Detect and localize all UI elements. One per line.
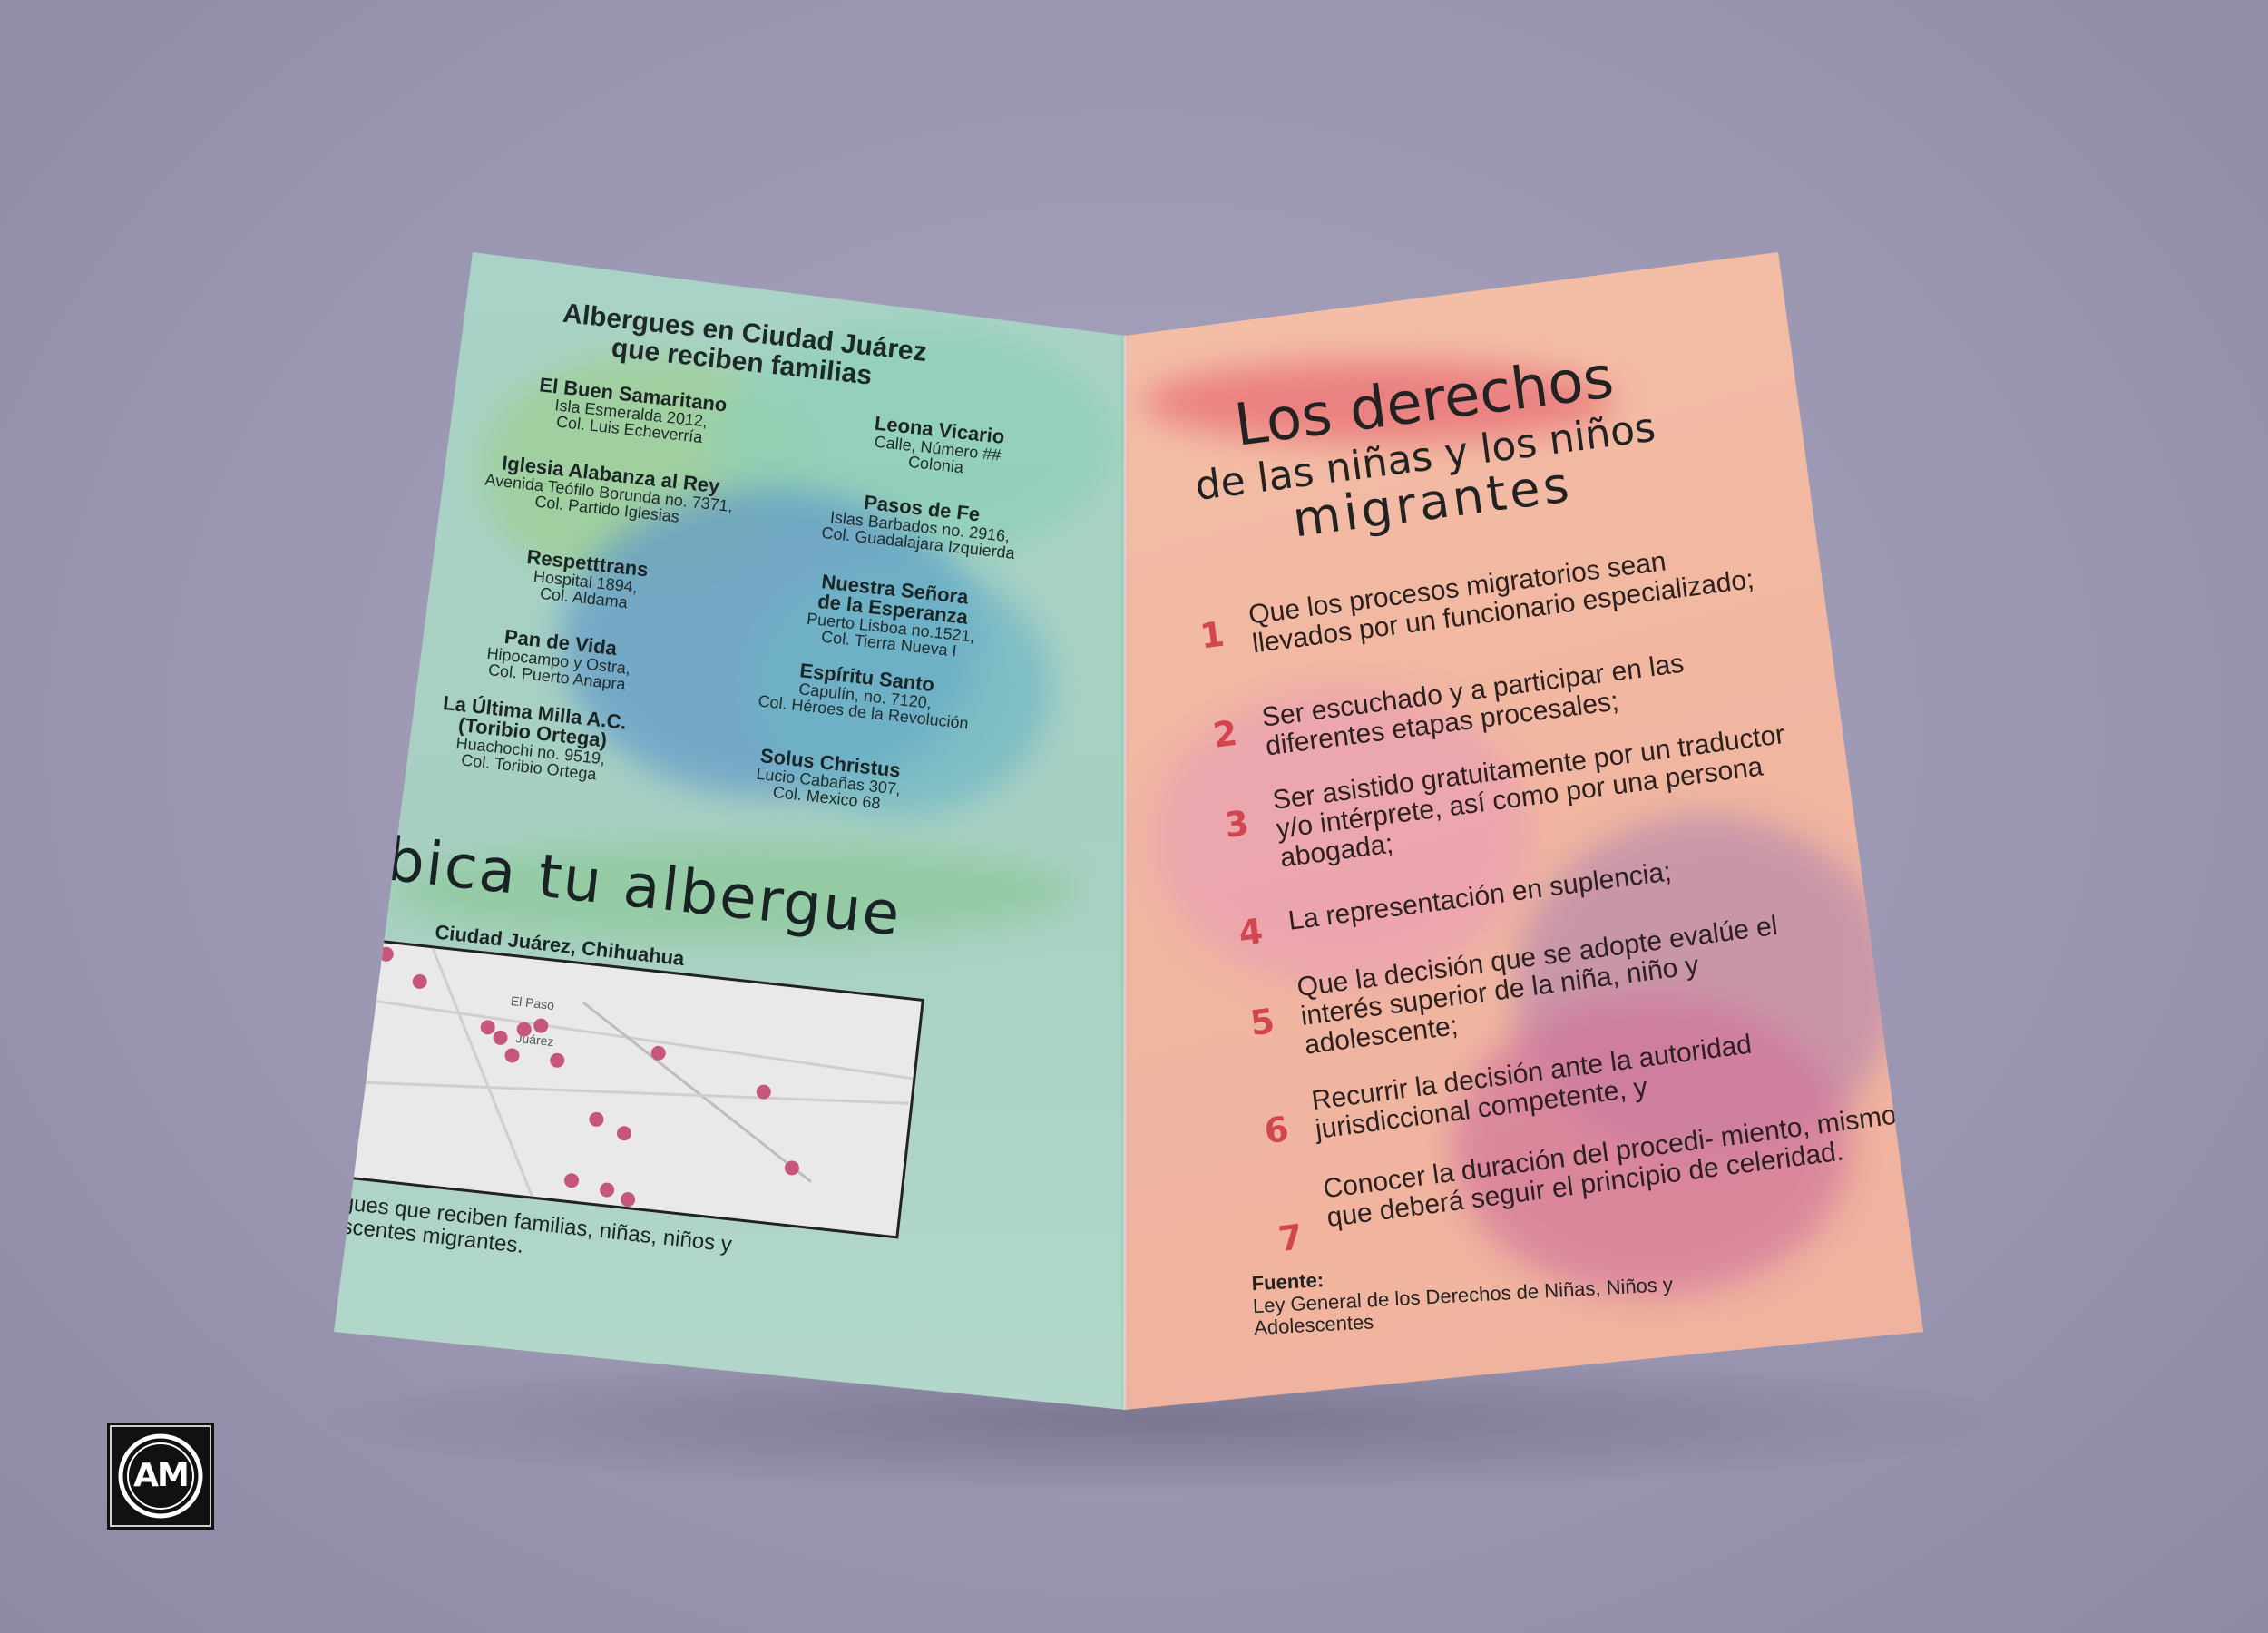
shelter-pin[interactable] bbox=[650, 1044, 667, 1061]
shelter-pin[interactable] bbox=[492, 1030, 509, 1046]
shelter-item: Iglesia Alabanza al Rey Avenida Teófilo … bbox=[444, 447, 774, 535]
source-text: Ley General de los Derechos de Niñas, Ni… bbox=[1252, 1272, 1674, 1340]
shelter-pin[interactable] bbox=[588, 1111, 605, 1128]
shelter-item: Pan de Vida Hipocampo y Ostra, Col. Puer… bbox=[407, 617, 710, 701]
city-map[interactable]: El Paso Juárez N bbox=[334, 930, 924, 1239]
map-label-el-paso: El Paso bbox=[510, 993, 555, 1013]
shelter-pin[interactable] bbox=[377, 945, 395, 963]
shelter-pin[interactable] bbox=[411, 973, 428, 990]
shelter-pin[interactable] bbox=[533, 1017, 550, 1034]
shelter-item: La Última Milla A.C. (Toribio Ortega) Hu… bbox=[379, 687, 685, 791]
shelter-pin[interactable] bbox=[549, 1051, 566, 1069]
shelter-pin[interactable] bbox=[620, 1191, 636, 1208]
am-monogram-logo: AM bbox=[107, 1423, 214, 1530]
map-road bbox=[334, 1078, 909, 1105]
logo-text: AM bbox=[133, 1457, 190, 1494]
brochure-fold bbox=[1121, 336, 1129, 1410]
compass-icon: N bbox=[334, 1106, 340, 1157]
shelter-item: Espíritu Santo Capulín, no. 7120, Col. H… bbox=[709, 651, 1022, 737]
shelter-pin[interactable] bbox=[503, 1047, 521, 1064]
left-content: Albergues en Ciudad Juárez que reciben f… bbox=[334, 252, 1120, 1410]
shelter-pin[interactable] bbox=[563, 1172, 580, 1189]
shelter-item: Respetttrans Hospital 1894, Col. Aldama bbox=[434, 537, 737, 621]
shelter-item: Nuestra Señora de la Esperanza Puerto Li… bbox=[739, 563, 1045, 668]
left-panel: Albergues en Ciudad Juárez que reciben f… bbox=[334, 252, 1125, 1410]
shelter-item: Pasos de Fe Islas Barbados no. 2916, Col… bbox=[768, 483, 1071, 567]
shelter-item: Solus Christus Lucio Cabañas 307, Col. M… bbox=[677, 738, 980, 822]
right-panel: Los derechos de las niñas y los niños mi… bbox=[1125, 252, 1923, 1410]
shelter-pin[interactable] bbox=[616, 1125, 632, 1142]
source-block: Fuente: Ley General de los Derechos de N… bbox=[1125, 252, 1923, 1408]
map-road bbox=[431, 948, 536, 1203]
shelter-pin[interactable] bbox=[599, 1181, 615, 1198]
shelter-item: El Buen Samaritano Isla Esmeralda 2012, … bbox=[480, 369, 783, 454]
shelter-item: Leona Vicario Calle, Número ## Colonia bbox=[787, 405, 1090, 489]
